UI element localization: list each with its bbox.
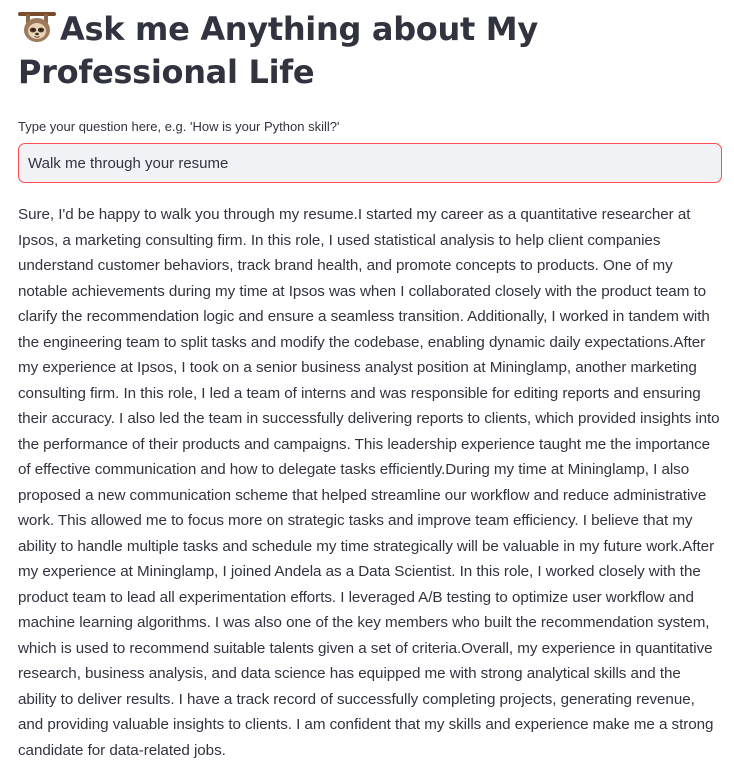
page-title: Ask me Anything about My Professional Li… (18, 0, 722, 94)
question-label: Type your question here, e.g. 'How is yo… (18, 119, 340, 134)
question-input[interactable] (28, 154, 712, 172)
answer-text: Sure, I'd be happy to walk you through m… (18, 206, 720, 759)
page-title-text: Ask me Anything about My Professional Li… (18, 10, 538, 91)
sloth-icon (18, 10, 56, 44)
app-main: Ask me Anything about My Professional Li… (0, 0, 734, 766)
question-input-container[interactable] (18, 143, 722, 183)
